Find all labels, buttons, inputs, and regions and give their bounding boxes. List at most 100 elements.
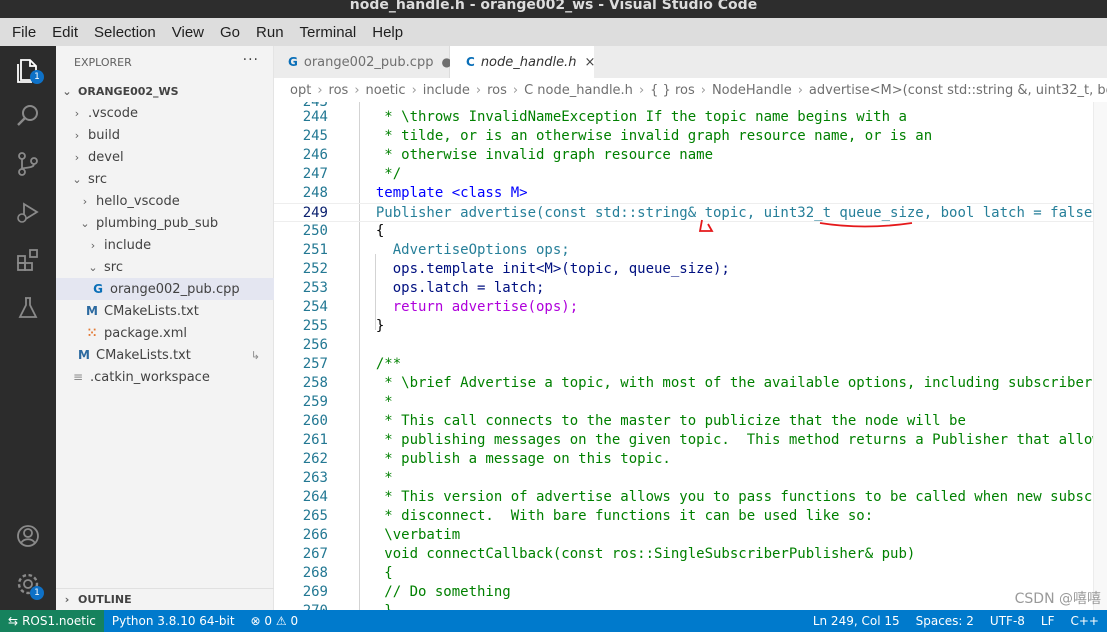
activity-bar: 1 1	[0, 46, 56, 610]
tree-item-label: include	[104, 237, 152, 253]
cpp-file-icon: G	[288, 55, 298, 69]
tree-item-label: CMakeLists.txt	[104, 303, 199, 319]
tree-item-include[interactable]: › include	[56, 234, 274, 256]
testing-flask-icon[interactable]	[12, 292, 44, 324]
tree-item-cmakelists-outer[interactable]: M CMakeLists.txt ↳	[56, 344, 274, 366]
file-encoding[interactable]: UTF-8	[982, 614, 1033, 628]
chevron-right-icon: ›	[475, 82, 482, 98]
chevron-right-icon: ›	[638, 82, 645, 98]
source-control-icon[interactable]	[12, 148, 44, 180]
chevron-right-icon: ›	[64, 593, 70, 606]
tree-item-label: plumbing_pub_sub	[96, 215, 219, 231]
breadcrumb-noetic[interactable]: noetic	[366, 83, 406, 98]
tree-item-label: package.xml	[104, 325, 187, 341]
chevron-right-icon: ›	[700, 82, 706, 98]
cmake-file-icon: M	[86, 304, 98, 318]
watermark: CSDN @嘻嘻	[1014, 591, 1101, 607]
tree-item-label: hello_vscode	[96, 193, 180, 209]
chevron-right-icon: ›	[797, 82, 803, 98]
breadcrumb-ros-dir[interactable]: ros	[487, 83, 507, 98]
tree-item-src-nested[interactable]: ⌄ src	[56, 256, 274, 278]
breadcrumb-ros-namespace[interactable]: { } ros	[650, 83, 695, 98]
indentation[interactable]: Spaces: 2	[908, 614, 982, 628]
chevron-right-icon: ›	[317, 82, 323, 98]
chevron-right-icon: ›	[90, 238, 96, 252]
cmake-file-icon: M	[78, 348, 90, 362]
breadcrumb-nodehandle[interactable]: NodeHandle	[712, 83, 792, 98]
problems-count[interactable]: ⊗ 0 ⚠ 0	[243, 614, 307, 628]
tab-orange002-pub-cpp[interactable]: G orange002_pub.cpp ●	[274, 46, 452, 78]
menu-edit[interactable]: Edit	[44, 24, 86, 41]
chevron-down-icon: ⌄	[62, 84, 72, 98]
symlink-arrow-icon: ↳	[250, 348, 260, 362]
tree-item-vscode[interactable]: › .vscode	[56, 102, 274, 124]
breadcrumb-ros[interactable]: ros	[329, 83, 349, 98]
tree-item-orange002-pub-cpp[interactable]: G orange002_pub.cpp	[56, 278, 274, 300]
workspace-root[interactable]: ⌄ ORANGE002_WS	[56, 80, 274, 102]
window-title: node_handle.h - orange002_ws - Visual St…	[349, 0, 758, 13]
annotation-caret	[698, 219, 714, 232]
end-of-line[interactable]: LF	[1033, 614, 1063, 628]
outline-title: OUTLINE	[78, 593, 132, 606]
breadcrumb-node-handle-h[interactable]: C node_handle.h	[524, 83, 633, 98]
menu-help[interactable]: Help	[364, 24, 411, 41]
xml-file-icon: ⁙	[86, 326, 98, 340]
menu-bar: File Edit Selection View Go Run Terminal…	[0, 18, 1107, 46]
tree-item-src[interactable]: ⌄ src	[56, 168, 274, 190]
tree-item-label: src	[88, 171, 107, 187]
tree-item-plumbing-pub-sub[interactable]: ⌄ plumbing_pub_sub	[56, 212, 274, 234]
remote-icon: ⇆	[8, 614, 19, 628]
menu-file[interactable]: File	[4, 24, 44, 41]
outline-section[interactable]: › OUTLINE	[56, 588, 274, 610]
chevron-right-icon: ›	[411, 82, 417, 98]
breadcrumb-include[interactable]: include	[423, 83, 470, 98]
python-interpreter[interactable]: Python 3.8.10 64-bit	[104, 614, 243, 628]
remote-indicator[interactable]: ⇆ ROS1.noetic	[0, 610, 104, 632]
tree-item-label: .vscode	[88, 105, 138, 121]
chevron-right-icon: ›	[74, 106, 80, 120]
language-mode[interactable]: C++	[1063, 614, 1107, 628]
chevron-down-icon: ⌄	[80, 216, 90, 230]
chevron-right-icon: ›	[74, 128, 80, 142]
menu-run[interactable]: Run	[248, 24, 292, 41]
chevron-right-icon: ›	[354, 82, 360, 98]
extensions-icon[interactable]	[12, 244, 44, 276]
breadcrumb: opt › ros › noetic › include › ros › C node_h…	[274, 78, 1107, 102]
chevron-right-icon: ›	[82, 194, 88, 208]
run-debug-icon[interactable]	[12, 196, 44, 228]
explorer-title: EXPLORER	[74, 55, 132, 69]
chevron-down-icon: ⌄	[72, 172, 82, 186]
explorer-sidebar: EXPLORER ··· ⌄ ORANGE002_WS › .vscode › …	[56, 46, 274, 610]
tree-item-package-xml[interactable]: ⁙ package.xml	[56, 322, 274, 344]
code-editor[interactable]: 243 244 * \throws InvalidNameException I…	[274, 102, 1107, 610]
more-actions-icon[interactable]: ···	[243, 52, 259, 68]
cpp-file-icon: G	[93, 282, 103, 296]
tree-item-label: orange002_pub.cpp	[110, 281, 240, 297]
breadcrumb-opt[interactable]: opt	[290, 83, 311, 98]
search-icon[interactable]	[12, 100, 44, 132]
tree-item-cmakelists-inner[interactable]: M CMakeLists.txt	[56, 300, 274, 322]
tab-label: orange002_pub.cpp	[303, 54, 434, 70]
tree-item-hello-vscode[interactable]: › hello_vscode	[56, 190, 274, 212]
tree-item-devel[interactable]: › devel	[56, 146, 274, 168]
menu-selection[interactable]: Selection	[86, 24, 164, 41]
tree-item-label: CMakeLists.txt	[96, 347, 191, 363]
editor-scrollbar[interactable]	[1093, 102, 1107, 610]
breadcrumb-advertise[interactable]: advertise<M>(const std::string &, uint32…	[809, 83, 1107, 98]
menu-view[interactable]: View	[164, 24, 212, 41]
tree-item-build[interactable]: › build	[56, 124, 274, 146]
tree-item-catkin-workspace[interactable]: ≡ .catkin_workspace	[56, 366, 274, 388]
close-icon[interactable]: ×	[584, 55, 595, 70]
chevron-down-icon: ⌄	[88, 260, 98, 274]
chevron-right-icon: ›	[74, 150, 80, 164]
cursor-position[interactable]: Ln 249, Col 15	[805, 614, 908, 628]
tab-node-handle-h[interactable]: C node_handle.h ×	[450, 46, 595, 78]
tab-label: node_handle.h	[480, 54, 577, 70]
account-icon[interactable]	[12, 520, 44, 552]
menu-terminal[interactable]: Terminal	[292, 24, 365, 41]
c-header-file-icon: C	[466, 55, 475, 69]
menu-go[interactable]: Go	[212, 24, 248, 41]
explorer-header: EXPLORER	[56, 46, 274, 78]
status-bar: ⇆ ROS1.noetic Python 3.8.10 64-bit ⊗ 0 ⚠…	[0, 591, 1107, 632]
editor-tab-bar: G orange002_pub.cpp ● C node_handle.h ×	[274, 46, 1107, 78]
